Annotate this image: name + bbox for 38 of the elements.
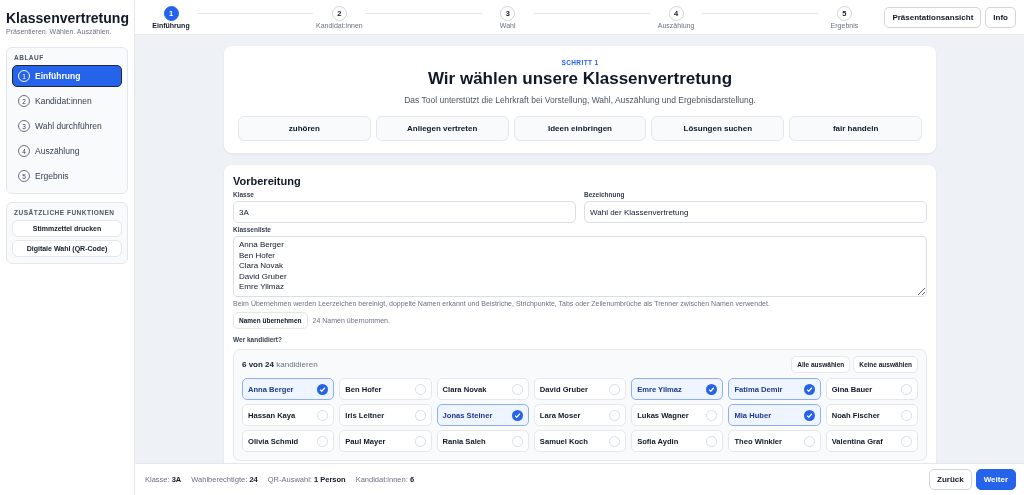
empty-circle-icon xyxy=(609,409,621,421)
class-input[interactable]: 3A xyxy=(233,201,576,223)
empty-circle-icon xyxy=(706,435,718,447)
check-icon xyxy=(803,383,815,395)
section-heading: Vorbereitung xyxy=(233,175,302,187)
check-icon xyxy=(803,409,815,421)
check-icon xyxy=(706,383,718,395)
empty-circle-icon xyxy=(511,435,523,447)
empty-circle-icon xyxy=(414,435,426,447)
value-tile: zuhören xyxy=(238,116,371,141)
app-title: Klassenvertretung xyxy=(6,10,128,26)
empty-circle-icon xyxy=(414,409,426,421)
check-icon xyxy=(317,383,329,395)
empty-circle-icon xyxy=(414,383,426,395)
candidate-count: 6 von 24 kandidieren xyxy=(242,360,318,369)
empty-circle-icon xyxy=(609,435,621,447)
intro-heading: Wir wählen unsere Klassenvertretung xyxy=(426,69,734,89)
value-tile: Ideen einbringen xyxy=(513,116,647,141)
empty-circle-icon xyxy=(901,435,912,447)
empty-circle-icon xyxy=(901,409,912,421)
top-button[interactable]: Info xyxy=(985,6,1016,28)
intro-text: Das Tool unterstützt die Lehrkraft bei Vorstellung, Wahl, Auszählung und Ergebnisdarstellung. xyxy=(403,95,757,105)
value-tile: Anliegen vertreten xyxy=(375,116,509,141)
title-input[interactable]: Wahl der Klassenvertretung xyxy=(584,201,927,223)
empty-circle-icon xyxy=(317,409,329,421)
empty-circle-icon xyxy=(706,409,718,421)
empty-circle-icon xyxy=(317,435,329,447)
back-button[interactable]: Zurück xyxy=(929,469,972,490)
empty-circle-icon xyxy=(803,435,815,447)
class-list-textarea[interactable]: Anna Berger Ben Hofer Clara Novak David Gruber Emre Yilmaz xyxy=(233,236,927,297)
value-tile: Lösungen suchen xyxy=(651,116,785,141)
top-button[interactable]: Präsentationsansicht xyxy=(884,6,982,28)
check-icon xyxy=(511,409,523,421)
empty-circle-icon xyxy=(609,383,621,395)
empty-circle-icon xyxy=(901,383,912,395)
empty-circle-icon xyxy=(511,383,523,395)
value-tile: fair handeln xyxy=(789,116,922,141)
next-button[interactable]: Weiter xyxy=(975,469,1016,490)
